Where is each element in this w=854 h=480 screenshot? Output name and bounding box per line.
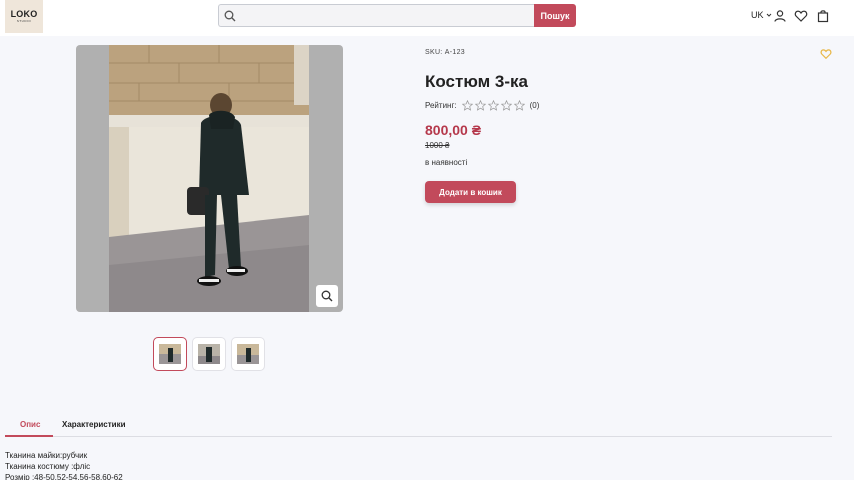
- thumbnail-image: [198, 344, 220, 364]
- product-main-image[interactable]: [76, 45, 343, 312]
- product-photo: [109, 45, 309, 312]
- logo-text: LOKO: [10, 8, 38, 19]
- search-bar: Пошук: [218, 4, 576, 27]
- active-tab-indicator: [5, 435, 53, 437]
- product-sku: SKU: А-123: [425, 49, 465, 56]
- search-button[interactable]: Пошук: [534, 4, 576, 27]
- thumbnail-3[interactable]: [231, 337, 265, 371]
- thumbnail-2[interactable]: [192, 337, 226, 371]
- description-line: Розмір :48-50,52-54,56-58,60-62: [5, 473, 123, 480]
- favorite-heart-icon[interactable]: [820, 48, 832, 60]
- product-tabs: Опис Характеристики: [5, 416, 832, 437]
- search-input[interactable]: [241, 5, 531, 26]
- logo-subtext: STUDIO: [16, 18, 32, 23]
- rating-count: (0): [529, 101, 540, 110]
- star-icon[interactable]: [500, 100, 512, 111]
- search-icon: [224, 10, 236, 22]
- header: LOKO STUDIO Пошук UK: [0, 0, 854, 36]
- zoom-button[interactable]: [316, 285, 338, 307]
- product-title: Костюм 3-ка: [425, 72, 528, 91]
- stock-status: в наявності: [425, 158, 468, 167]
- star-icon[interactable]: [513, 100, 525, 111]
- language-selector[interactable]: UK: [751, 10, 772, 20]
- product-old-price: 1000 ₴: [425, 141, 450, 150]
- add-to-cart-button[interactable]: Додати в кошик: [425, 181, 516, 203]
- rating-stars[interactable]: [461, 100, 525, 111]
- chevron-down-icon: [766, 13, 771, 17]
- shopping-bag-icon[interactable]: [816, 9, 830, 23]
- logo[interactable]: LOKO STUDIO: [5, 0, 43, 33]
- description-line: Тканина костюму :фліс: [5, 462, 91, 471]
- product-price: 800,00 ₴: [425, 122, 482, 138]
- star-icon[interactable]: [474, 100, 486, 111]
- description-line: Тканина майки:рубчик: [5, 451, 88, 460]
- thumbnail-image: [237, 344, 259, 364]
- heart-icon[interactable]: [794, 9, 808, 23]
- tab-specifications[interactable]: Характеристики: [62, 420, 126, 429]
- product-description: Тканина майки:рубчик Тканина костюму :фл…: [5, 450, 123, 480]
- search-field[interactable]: [218, 4, 534, 27]
- language-label: UK: [751, 10, 764, 20]
- star-icon[interactable]: [461, 100, 473, 111]
- user-icon[interactable]: [773, 9, 787, 23]
- star-icon[interactable]: [487, 100, 499, 111]
- zoom-icon: [321, 290, 333, 302]
- tab-description[interactable]: Опис: [20, 420, 40, 429]
- thumbnail-1[interactable]: [153, 337, 187, 371]
- rating-label: Рейтинг:: [425, 101, 457, 110]
- product-rating: Рейтинг: (0): [425, 100, 539, 111]
- thumbnail-image: [159, 344, 181, 364]
